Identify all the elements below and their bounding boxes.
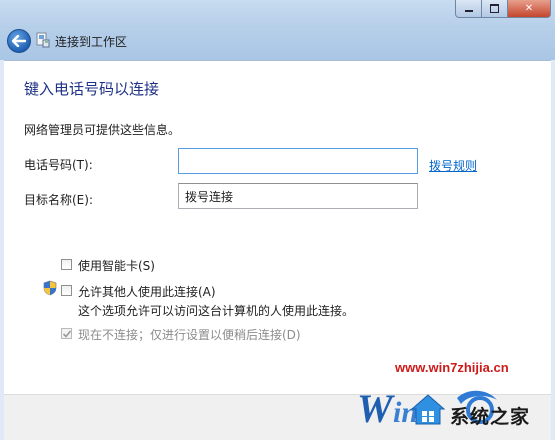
close-icon: ✕ bbox=[524, 3, 534, 14]
dont-connect-checkbox[interactable] bbox=[61, 328, 72, 339]
phone-label: 电话号码(T): bbox=[24, 158, 93, 172]
watermark-site-name: 系统之家 bbox=[450, 406, 531, 428]
page-heading: 键入电话号码以连接 bbox=[24, 80, 160, 98]
checkmark-icon bbox=[62, 330, 72, 338]
network-wizard-icon bbox=[36, 32, 50, 48]
house-logo-icon bbox=[410, 394, 446, 425]
smartcard-checkbox[interactable] bbox=[61, 259, 72, 270]
back-arrow-icon bbox=[12, 35, 26, 47]
back-button[interactable] bbox=[7, 29, 31, 53]
wizard-content: 键入电话号码以连接 网络管理员可提供这些信息。 电话号码(T): 拨号规则 目标… bbox=[4, 60, 551, 395]
uac-shield-icon bbox=[43, 280, 57, 296]
watermark-url: www.win7zhijia.cn bbox=[395, 360, 509, 375]
svg-text:W: W bbox=[357, 386, 395, 431]
minimize-button[interactable] bbox=[455, 0, 482, 18]
maximize-button[interactable] bbox=[482, 0, 508, 18]
title-bar: ✕ 连接到工作区 bbox=[0, 0, 555, 60]
dial-rules-link[interactable]: 拨号规则 bbox=[429, 157, 477, 174]
destination-label: 目标名称(E): bbox=[24, 193, 93, 207]
allow-others-note: 这个选项允许可以访问这台计算机的人使用此连接。 bbox=[78, 304, 355, 318]
minimize-icon bbox=[464, 10, 473, 12]
allow-others-label: 允许其他人使用此连接(A) bbox=[78, 285, 216, 299]
close-button[interactable]: ✕ bbox=[508, 0, 551, 18]
dont-connect-label: 现在不连接；仅进行设置以便稍后连接(D) bbox=[78, 328, 301, 342]
phone-number-input[interactable] bbox=[178, 148, 418, 174]
smartcard-label: 使用智能卡(S) bbox=[78, 259, 155, 273]
maximize-icon bbox=[490, 4, 499, 13]
window-title: 连接到工作区 bbox=[55, 35, 128, 49]
destination-name-input[interactable] bbox=[178, 183, 418, 209]
allow-others-checkbox[interactable] bbox=[61, 285, 72, 296]
info-text: 网络管理员可提供这些信息。 bbox=[24, 123, 181, 137]
window-controls: ✕ bbox=[455, 0, 551, 18]
